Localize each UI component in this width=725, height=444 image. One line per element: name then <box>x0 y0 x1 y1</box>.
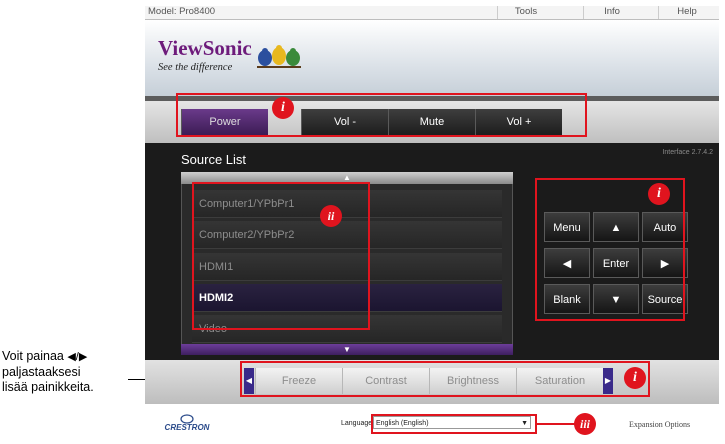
top-menu-bar: Model: Pro8400 Tools Info Help <box>145 6 719 20</box>
source-list-title: Source List <box>181 152 247 167</box>
annotation-leader-language <box>537 423 577 425</box>
marker-i-function-bar: i <box>624 367 646 389</box>
marker-ii-source-list: ii <box>320 205 342 227</box>
brand-logo: ViewSonic <box>158 36 252 60</box>
brand-header: ViewSonic See the difference <box>145 20 719 96</box>
expansion-options-link[interactable]: Expansion Options <box>629 420 690 429</box>
side-annotation-line1: Voit painaa <box>2 349 68 363</box>
annotation-box-language <box>371 414 537 434</box>
side-annotation-line3: lisää painikkeita. <box>2 380 94 394</box>
crestron-logo-text: CRESTRON <box>165 423 210 432</box>
marker-i-control-bar: i <box>272 97 294 119</box>
marker-iii-language: iii <box>574 413 596 435</box>
language-label: Language <box>341 420 373 427</box>
marker-i-nav-pad: i <box>648 183 670 205</box>
source-list-scroll-down[interactable]: ▼ <box>181 344 513 355</box>
side-annotation-line2: paljastaaksesi <box>2 365 81 379</box>
crestron-logo-icon: CRESTRON <box>165 414 210 432</box>
menu-help[interactable]: Help <box>658 6 715 19</box>
side-annotation: Voit painaa ◀/▶ paljastaaksesi lisää pai… <box>2 349 138 395</box>
brand-tagline: See the difference <box>158 62 233 73</box>
model-label: Model: Pro8400 <box>148 6 216 17</box>
interface-version: Interface 2.7.4.2 <box>662 149 713 156</box>
annotation-box-control-bar <box>176 93 587 137</box>
arrows-glyph: ◀/▶ <box>67 351 88 363</box>
menu-info[interactable]: Info <box>583 6 640 19</box>
annotation-box-source-list <box>192 182 370 330</box>
menu-tools[interactable]: Tools <box>497 6 554 19</box>
annotation-box-function-bar <box>240 361 650 397</box>
birds-logo-icon <box>257 45 301 68</box>
